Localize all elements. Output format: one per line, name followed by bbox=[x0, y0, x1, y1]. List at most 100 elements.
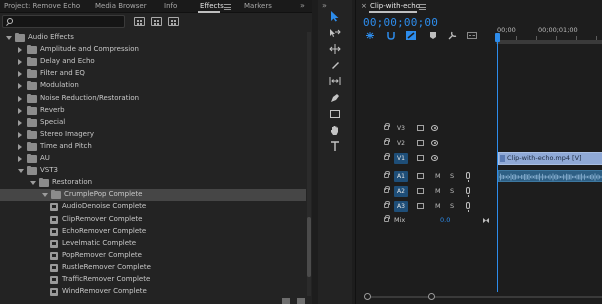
hand-tool-icon[interactable] bbox=[326, 123, 344, 137]
mute-button[interactable]: M bbox=[435, 186, 441, 197]
close-sequence-icon[interactable]: × bbox=[361, 2, 367, 10]
sync-lock-icon[interactable] bbox=[417, 125, 424, 131]
track-select-tool-icon[interactable] bbox=[326, 26, 344, 40]
razor-tool-icon[interactable] bbox=[326, 58, 344, 72]
tree-folder-row[interactable]: Filter and EQ bbox=[0, 68, 306, 80]
zoom-scrollbar-track[interactable] bbox=[366, 296, 602, 298]
tree-folder-row[interactable]: Delay and Echo bbox=[0, 56, 306, 68]
track-name[interactable]: V1 bbox=[394, 153, 408, 164]
sync-lock-icon[interactable] bbox=[417, 155, 424, 161]
ripple-edit-tool-icon[interactable] bbox=[326, 42, 344, 56]
chevron-right-icon[interactable] bbox=[18, 143, 22, 150]
chevron-down-icon[interactable] bbox=[30, 181, 36, 186]
tree-effect-row[interactable]: WindRemover Complete bbox=[0, 286, 306, 298]
new-bin-icon[interactable] bbox=[282, 298, 290, 304]
chevron-right-icon[interactable] bbox=[18, 107, 22, 114]
tab-project[interactable]: Project: Remove Echo bbox=[4, 2, 80, 10]
tree-folder-row[interactable]: Special bbox=[0, 117, 306, 129]
delete-icon[interactable] bbox=[297, 298, 305, 304]
chevron-right-icon[interactable] bbox=[18, 47, 22, 54]
playhead-timecode[interactable]: 00;00;00;00 bbox=[363, 16, 438, 29]
chevron-right-icon[interactable] bbox=[18, 119, 22, 126]
tree-effect-row[interactable]: TrafficRemover Complete bbox=[0, 274, 306, 286]
chevron-down-icon[interactable] bbox=[6, 36, 12, 40]
chevron-right-icon[interactable] bbox=[18, 131, 22, 138]
track-name[interactable]: A1 bbox=[394, 171, 408, 182]
pen-tool-icon[interactable] bbox=[326, 91, 344, 105]
32bit-color-icon[interactable] bbox=[151, 17, 162, 26]
tree-folder-row[interactable]: Reverb bbox=[0, 105, 306, 117]
tree-folder-row[interactable]: CrumplePop Complete bbox=[0, 189, 306, 202]
time-ruler[interactable]: 00;00 00;00;01;00 bbox=[496, 24, 602, 44]
lock-icon[interactable] bbox=[384, 171, 390, 178]
sync-lock-icon[interactable] bbox=[417, 140, 424, 146]
sync-lock-icon[interactable] bbox=[417, 173, 424, 179]
microphone-icon[interactable] bbox=[466, 187, 470, 197]
tab-overflow-button[interactable]: » bbox=[300, 1, 305, 10]
nest-sequence-icon[interactable] bbox=[365, 31, 375, 40]
eye-icon[interactable] bbox=[431, 125, 438, 131]
search-box[interactable] bbox=[2, 15, 125, 28]
timeline-settings-icon[interactable] bbox=[448, 31, 458, 40]
microphone-icon[interactable] bbox=[466, 202, 470, 212]
lock-icon[interactable] bbox=[384, 201, 390, 208]
tab-media-browser[interactable]: Media Browser bbox=[95, 2, 147, 10]
mute-button[interactable]: M bbox=[435, 201, 441, 212]
tree-effect-row[interactable]: AudioDenoise Complete bbox=[0, 201, 306, 213]
solo-button[interactable]: S bbox=[450, 186, 454, 197]
tab-effects[interactable]: Effects bbox=[200, 2, 224, 10]
tree-folder-row[interactable]: Time and Pitch bbox=[0, 141, 306, 153]
track-name[interactable]: A3 bbox=[394, 201, 408, 212]
tab-markers[interactable]: Markers bbox=[244, 2, 272, 10]
tab-info[interactable]: Info bbox=[164, 2, 177, 10]
timeline-zoom-scrollbar[interactable] bbox=[360, 293, 602, 301]
track-name[interactable]: A2 bbox=[394, 186, 408, 197]
tree-effect-row[interactable]: PopRemover Complete bbox=[0, 250, 306, 262]
chevron-down-icon[interactable] bbox=[18, 169, 24, 174]
sequence-tab[interactable]: Clip-with-echo bbox=[370, 2, 420, 10]
captions-icon[interactable] bbox=[467, 31, 477, 40]
solo-button[interactable]: S bbox=[450, 171, 454, 182]
tree-folder-row[interactable]: Restoration bbox=[0, 177, 306, 189]
chevron-right-icon[interactable] bbox=[18, 71, 22, 78]
type-tool-icon[interactable] bbox=[326, 139, 344, 153]
tree-folder-row[interactable]: Audio Effects bbox=[0, 32, 306, 44]
mute-button[interactable]: M bbox=[435, 171, 441, 182]
linked-selection-icon[interactable] bbox=[406, 31, 416, 40]
sync-lock-icon[interactable] bbox=[417, 188, 424, 194]
microphone-icon[interactable] bbox=[466, 172, 470, 182]
yuv-effects-icon[interactable] bbox=[168, 17, 179, 26]
video-clip[interactable]: Clip-with-echo.mp4 [V] bbox=[498, 152, 602, 165]
timeline-menu-icon[interactable] bbox=[419, 4, 426, 10]
accelerated-effects-icon[interactable] bbox=[134, 17, 145, 26]
tree-effect-row[interactable]: RustleRemover Complete bbox=[0, 262, 306, 274]
tree-effect-row[interactable]: ClipRemover Complete bbox=[0, 214, 306, 226]
chevron-right-icon[interactable] bbox=[18, 95, 22, 102]
panel-menu-icon[interactable] bbox=[224, 4, 231, 10]
lock-icon[interactable] bbox=[384, 153, 390, 160]
search-input[interactable] bbox=[17, 16, 123, 27]
track-name[interactable]: V3 bbox=[394, 123, 408, 134]
tree-folder-row[interactable]: AU bbox=[0, 153, 306, 165]
chevron-right-icon[interactable] bbox=[18, 59, 22, 66]
zoom-handle-left[interactable] bbox=[364, 293, 371, 300]
tree-folder-row[interactable]: VST3 bbox=[0, 165, 306, 177]
tree-folder-row[interactable]: Noise Reduction/Restoration bbox=[0, 93, 306, 105]
eye-icon[interactable] bbox=[431, 155, 438, 161]
scrollbar-thumb[interactable] bbox=[307, 217, 311, 277]
snap-icon[interactable] bbox=[386, 31, 396, 40]
zoom-handle-right[interactable] bbox=[428, 293, 435, 300]
lock-icon[interactable] bbox=[384, 138, 390, 145]
work-area-bar[interactable] bbox=[496, 40, 602, 44]
chevron-right-icon[interactable] bbox=[18, 83, 22, 90]
tree-folder-row[interactable]: Stereo Imagery bbox=[0, 129, 306, 141]
selection-tool-icon[interactable] bbox=[326, 9, 344, 23]
tree-folder-row[interactable]: Modulation bbox=[0, 80, 306, 92]
sync-lock-icon[interactable] bbox=[417, 203, 424, 209]
lock-icon[interactable] bbox=[384, 123, 390, 130]
slip-tool-icon[interactable] bbox=[326, 74, 344, 88]
audio-clip[interactable] bbox=[498, 170, 602, 182]
tree-folder-row[interactable]: Amplitude and Compression bbox=[0, 44, 306, 56]
effects-scrollbar[interactable] bbox=[307, 32, 311, 296]
solo-button[interactable]: S bbox=[450, 201, 454, 212]
